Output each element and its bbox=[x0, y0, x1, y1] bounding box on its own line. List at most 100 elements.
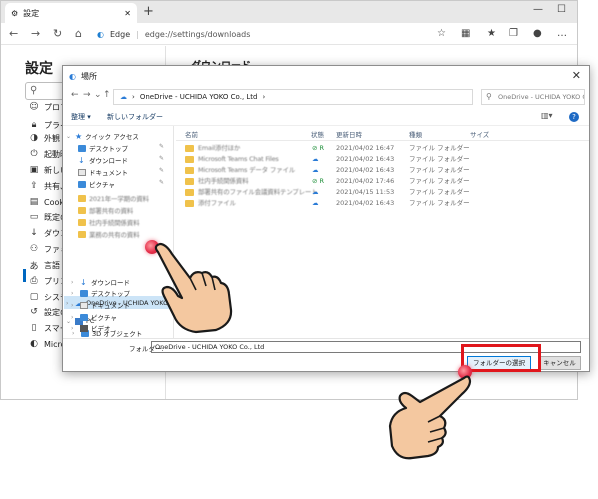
download-icon: ↓ bbox=[30, 228, 38, 238]
chevron-right-icon[interactable]: › bbox=[71, 279, 77, 286]
url-path: edge://settings/downloads bbox=[144, 29, 251, 39]
cancel-button[interactable]: キャンセル bbox=[538, 356, 581, 370]
pin-icon: ✎ bbox=[159, 167, 165, 174]
folder-input-value: OneDrive - UCHIDA YOKO Co., Ltd bbox=[155, 343, 265, 351]
collections-icon[interactable]: ▦ bbox=[461, 28, 470, 39]
back-icon[interactable]: ← bbox=[71, 90, 79, 100]
cloud-status-icon: ☁ bbox=[312, 155, 319, 163]
table-row[interactable]: 添付ファイル ☁ 2021/04/02 16:43 ファイル フォルダー bbox=[176, 198, 589, 209]
new-tab-button[interactable]: + bbox=[143, 4, 154, 19]
file-type: ファイル フォルダー bbox=[409, 155, 470, 163]
tree-item-recent-folder[interactable]: 部署共有の資料 bbox=[78, 204, 133, 216]
add-favorite-icon[interactable]: ☆ bbox=[437, 28, 446, 39]
profile-icon: ☺ bbox=[29, 102, 39, 112]
column-header-status[interactable]: 状態 bbox=[311, 129, 324, 139]
active-item-indicator bbox=[23, 269, 26, 282]
tree-item-label: 業務の共有の資料 bbox=[89, 231, 140, 239]
folder-icon bbox=[78, 230, 86, 238]
dialog-search-input[interactable]: ⚲ OneDrive - UCHIDA YOKO C... bbox=[481, 89, 585, 105]
tree-item-documents[interactable]: ドキュメント bbox=[78, 166, 128, 178]
organize-button[interactable]: 整理 ▾ bbox=[71, 112, 91, 122]
tree-item-recent-folder[interactable]: 2021年一学期の資料 bbox=[78, 192, 149, 204]
url-separator: | bbox=[136, 29, 139, 39]
sidebar-item-appearance[interactable]: ◑ 外観 bbox=[29, 131, 60, 145]
column-header-date[interactable]: 更新日時 bbox=[336, 129, 362, 139]
table-row[interactable]: Email添付ほか ⊘ R 2021/04/02 16:47 ファイル フォルダ… bbox=[176, 143, 589, 154]
header-divider bbox=[176, 140, 589, 141]
url-field[interactable]: ◐ Edge | edge://settings/downloads bbox=[97, 26, 427, 42]
tree-item-pc-videos[interactable]: › ビデオ bbox=[71, 322, 111, 334]
chevron-right-icon[interactable]: › bbox=[71, 314, 77, 321]
cloud-status-icon: ☁ bbox=[312, 188, 319, 196]
desktop-folder-icon bbox=[78, 144, 86, 152]
settings-gear-icon: ⚙ bbox=[11, 8, 19, 18]
download-arrow-icon: ↓ bbox=[78, 155, 85, 165]
minimize-icon[interactable]: — bbox=[533, 4, 543, 15]
view-options-icon[interactable]: ▥▾ bbox=[541, 111, 553, 120]
folder-icon bbox=[185, 156, 194, 163]
sidebar-item-label: 外観 bbox=[44, 133, 60, 143]
tree-item-quick-access[interactable]: ⌄ ★ クイック アクセス bbox=[66, 130, 139, 142]
phone-icon: ▯ bbox=[31, 323, 37, 333]
chevron-right-icon[interactable]: › bbox=[71, 325, 77, 332]
file-date: 2021/04/02 16:43 bbox=[336, 166, 395, 174]
folder-icon bbox=[78, 194, 86, 202]
table-row[interactable]: Microsoft Teams Chat Files ☁ 2021/04/02 … bbox=[176, 154, 589, 165]
column-header-name[interactable]: 名前 bbox=[185, 129, 198, 139]
tree-item-pc-desktop[interactable]: › デスクトップ bbox=[71, 287, 130, 299]
refresh-icon[interactable]: ↻ bbox=[53, 27, 62, 40]
file-type: ファイル フォルダー bbox=[409, 177, 470, 185]
synced-check-icon: ⊘ R bbox=[312, 177, 325, 185]
file-name: Microsoft Teams Chat Files bbox=[198, 155, 279, 163]
file-name: Email添付ほか bbox=[198, 144, 241, 152]
document-icon bbox=[78, 168, 86, 176]
back-icon[interactable]: ← bbox=[9, 27, 18, 40]
pin-icon: ✎ bbox=[159, 179, 165, 186]
profile-avatar-icon[interactable]: ● bbox=[533, 28, 542, 39]
pointing-hand-icon bbox=[388, 375, 472, 460]
recent-dropdown-icon[interactable]: ⌄ bbox=[94, 90, 102, 100]
favorites-icon[interactable]: ★ bbox=[487, 28, 496, 39]
new-folder-button[interactable]: 新しいフォルダー bbox=[107, 112, 163, 122]
column-header-type[interactable]: 種類 bbox=[409, 129, 422, 139]
file-type: ファイル フォルダー bbox=[409, 166, 470, 174]
tree-item-pictures[interactable]: ピクチャ bbox=[78, 178, 115, 190]
table-row[interactable]: 部署共有のファイル会議資料テンプレート ☁ 2021/04/15 11:53 フ… bbox=[176, 187, 589, 198]
table-row[interactable]: Microsoft Teams データ ファイル ☁ 2021/04/02 16… bbox=[176, 165, 589, 176]
share-icon: ⇪ bbox=[30, 181, 38, 191]
file-name: 社内手続関係資料 bbox=[198, 177, 249, 185]
close-icon[interactable]: ✕ bbox=[572, 69, 581, 82]
tree-item-label: 社内手続関係資料 bbox=[89, 219, 140, 227]
sidebar-item-language[interactable]: あ言語 bbox=[29, 258, 60, 272]
chevron-down-icon[interactable]: ⌄ bbox=[66, 133, 72, 140]
forward-icon[interactable]: → bbox=[83, 90, 91, 100]
tab-settings[interactable]: ⚙ 設定 ✕ bbox=[5, 3, 137, 23]
tree-item-label: 部署共有の資料 bbox=[89, 207, 134, 215]
tree-item-downloads[interactable]: ↓ ダウンロード bbox=[78, 154, 128, 166]
table-row[interactable]: 社内手続関係資料 ⊘ R 2021/04/02 17:46 ファイル フォルダー bbox=[176, 176, 589, 187]
tree-item-pc-documents[interactable]: › ドキュメント bbox=[71, 299, 130, 311]
printer-icon: ⎙ bbox=[30, 276, 38, 286]
breadcrumb-onedrive[interactable]: OneDrive - UCHIDA YOKO Co., Ltd bbox=[140, 93, 258, 101]
collections-panel-icon[interactable]: ❐ bbox=[509, 28, 518, 39]
maximize-icon[interactable]: ☐ bbox=[557, 4, 566, 15]
tree-item-desktop[interactable]: デスクトップ bbox=[78, 142, 128, 154]
breadcrumb[interactable]: ☁ › OneDrive - UCHIDA YOKO Co., Ltd › bbox=[113, 89, 473, 105]
chevron-right-icon[interactable]: › bbox=[71, 302, 77, 309]
cloud-icon: ☁ bbox=[120, 93, 127, 101]
synced-check-icon: ⊘ R bbox=[312, 144, 325, 152]
tree-item-recent-folder[interactable]: 業務の共有の資料 bbox=[78, 228, 140, 240]
family-icon: ⚇ bbox=[29, 244, 39, 254]
forward-icon[interactable]: → bbox=[31, 27, 40, 40]
up-icon[interactable]: ↑ bbox=[103, 90, 111, 100]
tree-item-recent-folder[interactable]: 社内手続関係資料 bbox=[78, 216, 140, 228]
column-header-size[interactable]: サイズ bbox=[470, 129, 489, 139]
chevron-right-icon[interactable]: › bbox=[71, 290, 77, 297]
home-icon[interactable]: ⌂ bbox=[75, 27, 82, 40]
close-tab-icon[interactable]: ✕ bbox=[124, 9, 131, 18]
more-menu-icon[interactable]: … bbox=[557, 28, 567, 39]
document-icon bbox=[80, 301, 88, 309]
cloud-status-icon: ☁ bbox=[312, 166, 319, 174]
help-icon[interactable]: ? bbox=[569, 112, 579, 122]
tree-item-label: デスクトップ bbox=[91, 290, 130, 298]
